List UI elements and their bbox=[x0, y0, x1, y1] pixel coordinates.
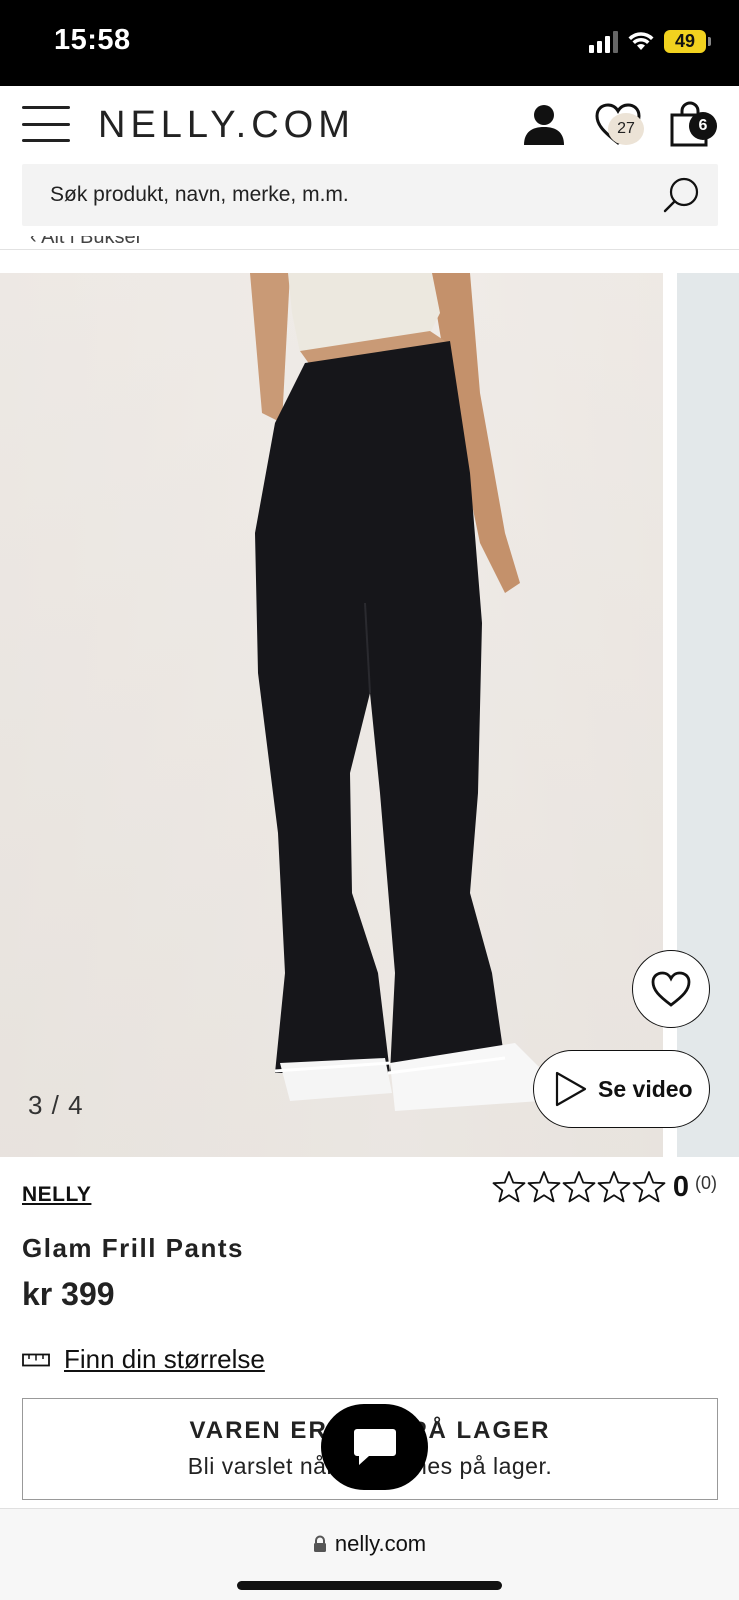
divider bbox=[0, 249, 739, 250]
rating-score: 0 bbox=[672, 1170, 689, 1203]
signal-icon bbox=[589, 30, 618, 53]
ruler-icon bbox=[22, 1353, 50, 1366]
size-guide-label: Finn din størrelse bbox=[64, 1344, 265, 1374]
hamburger-menu-icon[interactable] bbox=[22, 106, 70, 142]
chevron-left-icon: ‹ bbox=[30, 236, 42, 248]
favorite-button[interactable] bbox=[632, 950, 710, 1028]
product-image[interactable] bbox=[0, 273, 663, 1157]
star-icon bbox=[562, 1171, 596, 1203]
user-icon[interactable] bbox=[522, 102, 566, 146]
product-price: kr 399 bbox=[22, 1276, 115, 1312]
status-bar: 15:58 49 bbox=[0, 0, 739, 86]
product-photo bbox=[0, 273, 663, 1157]
rating-count: (0) bbox=[695, 1172, 717, 1193]
site-header: NELLY.COM 27 6 bbox=[0, 86, 739, 164]
product-rating[interactable]: 0 (0) bbox=[492, 1170, 717, 1204]
star-icon bbox=[632, 1171, 666, 1203]
browser-address-bar[interactable]: nelly.com bbox=[0, 1508, 739, 1600]
breadcrumb[interactable]: ‹ Alt i Bukser bbox=[30, 236, 142, 250]
wishlist-count-badge: 27 bbox=[608, 113, 644, 145]
brand-link[interactable]: NELLY bbox=[22, 1183, 91, 1207]
wifi-icon bbox=[628, 31, 654, 50]
star-icon bbox=[492, 1171, 526, 1203]
watch-video-button[interactable]: Se video bbox=[533, 1050, 710, 1128]
status-icons: 49 bbox=[589, 30, 711, 53]
product-name: Glam Frill Pants bbox=[22, 1233, 244, 1263]
search-input[interactable] bbox=[22, 164, 662, 226]
star-icon bbox=[597, 1171, 631, 1203]
play-icon bbox=[555, 1071, 587, 1107]
slide-counter: 3 / 4 bbox=[28, 1090, 84, 1120]
status-time: 15:58 bbox=[54, 24, 131, 56]
url-display[interactable]: nelly.com bbox=[0, 1531, 739, 1557]
battery-level: 49 bbox=[664, 30, 706, 53]
home-indicator[interactable] bbox=[237, 1581, 502, 1590]
size-guide-link[interactable]: Finn din størrelse bbox=[22, 1344, 265, 1375]
cart-count-badge: 6 bbox=[689, 112, 717, 140]
url-text: nelly.com bbox=[334, 1531, 427, 1556]
search-icon[interactable] bbox=[662, 175, 702, 215]
chat-button[interactable] bbox=[321, 1404, 428, 1490]
search-bar bbox=[22, 164, 718, 226]
site-logo[interactable]: NELLY.COM bbox=[98, 104, 355, 147]
product-gallery[interactable] bbox=[0, 273, 739, 1157]
heart-icon bbox=[651, 971, 691, 1007]
video-label: Se video bbox=[598, 1075, 693, 1102]
chat-bubble-icon bbox=[353, 1429, 396, 1465]
breadcrumb-label: Alt i Bukser bbox=[41, 236, 143, 248]
battery-icon: 49 bbox=[664, 30, 711, 53]
lock-icon bbox=[313, 1535, 326, 1552]
star-icon bbox=[527, 1171, 561, 1203]
